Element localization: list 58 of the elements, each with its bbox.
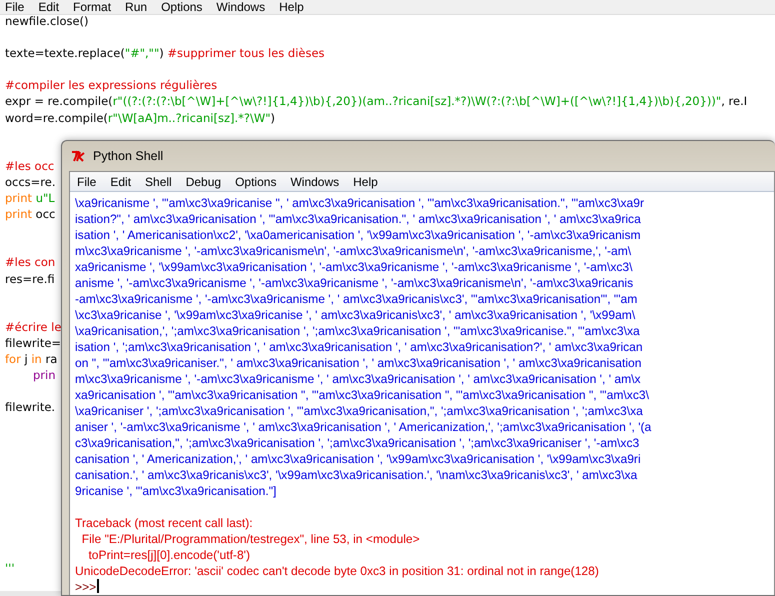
output-line: isation ', ';am\xc3\xa9ricanisation ', ' am\xc3\xa9ricanisation ', ' am\xc3\xa9ricanisation?', ' am\xc3\xa9rican <box>75 340 643 354</box>
code-line: newfile.close() <box>5 14 89 28</box>
menu-item[interactable]: Format <box>73 0 112 14</box>
error-line: toPrint=res[j][0].encode('utf-8') <box>87 548 250 562</box>
menu-item[interactable]: Edit <box>38 0 60 14</box>
menu-item[interactable]: Options <box>235 172 276 190</box>
code-line: #compiler les expressions régulières <box>5 78 218 92</box>
output-line: on ", "'am\xc3\xa9ricaniser.", ' am\xc3\xa9ricanisation ', ' am\xc3\xa9ricanisation ', ' am\xc3\xa9ricanisation <box>75 356 642 370</box>
output-line: \xa9ricanisme ', "'am\xc3\xa9ricanise ", ' am\xc3\xa9ricanisation ', "'am\xc3\xa9ricanisation.", "'am\xc3\xa9r <box>75 196 644 210</box>
code-line: expr = re.compile(r"((?:(?:(?:\b[^\W]+[^\w\?!]{1,4})\b){,20})(am..?ricani[sz].*?)\W(?:(?:\b[^\W]+([^\w\?!]{1,4})\b){,20}))", re.I <box>5 94 748 108</box>
code-line: #écrire le <box>5 320 62 334</box>
code-line: word=re.compile(r"\W[aA]m..?ricani[sz].*?\W") <box>5 110 276 125</box>
shell-prompt: >>> <box>75 580 96 594</box>
output-line: -am\xc3\xa9ricanisme ', '-am\xc3\xa9ricanisme ', ' am\xc3\xa9ricanis\xc3', "'am\xc3\xa9ricanisation'", "'am <box>75 292 638 306</box>
menu-item[interactable]: Edit <box>110 172 132 190</box>
output-line: \xa9ricanisation,', ';am\xc3\xa9ricanisation ', ';am\xc3\xa9ricanisation ', "'am\xc3\xa9ricanise.", "'am\xc3\xa <box>75 324 640 338</box>
output-line: anisme ', '-am\xc3\xa9ricanisme ', '-am\xc3\xa9ricanisme ', '-am\xc3\xa9ricanisme\n', '-am\xc3\xa9ricanis <box>75 276 634 290</box>
output-line: 9ricanise ', "'am\xc3\xa9ricanisation."] <box>75 484 276 498</box>
code-line: print u"L <box>5 191 55 206</box>
menu-item[interactable]: Windows <box>216 0 266 14</box>
error-line: Traceback (most recent call last): <box>75 516 253 530</box>
output-line: m\xc3\xa9ricanisme ', '-am\xc3\xa9ricanisme\n', '-am\xc3\xa9ricanisme\n', '-am\xc3\xa9ricanisme,', '-am\ <box>75 244 632 258</box>
code-line: for j in ra <box>5 352 58 366</box>
menu-item[interactable]: Help <box>353 172 378 190</box>
code-line: filewrite. <box>5 400 56 414</box>
output-line: aniser ', '-am\xc3\xa9ricanisme ', ' am\xc3\xa9ricanisation ', ' Americanization,', ';am\xc3\xa9ricanisation ', '(a <box>75 420 652 434</box>
output-line: xa9ricanisation ', "'am\xc3\xa9ricanisation ", "'am\xc3\xa9ricanisation ", "'am\xc3\xa9ricanisation ", "'am\xc3\ <box>75 388 649 402</box>
window-title: Python Shell <box>93 148 164 165</box>
output-line: xa9ricanisme ', '\x99am\xc3\xa9ricanisation ', '-am\xc3\xa9ricanisme ', '-am\xc3\xa9ricanisme ', '-am\xc3\ <box>75 260 632 274</box>
error-line: File "E:/Plurital/Programmation/testregex", line 53, in <module> <box>80 532 420 546</box>
menu-item[interactable]: File <box>77 172 96 190</box>
code-line: res=re.fi <box>5 272 55 286</box>
menu-item[interactable]: Shell <box>145 172 172 190</box>
output-line: \xc3\xa9ricanise ', '\x99am\xc3\xa9ricanise ', ' am\xc3\xa9ricanis\xc3', ' am\xc3\xa9ricanisation ', '\x99am\ <box>75 308 636 322</box>
code-line: print occ <box>5 207 56 222</box>
code-line: filewrite= <box>5 336 62 350</box>
menu-item[interactable]: Windows <box>290 172 340 190</box>
menu-item[interactable]: File <box>5 0 24 14</box>
error-line: UnicodeDecodeError: 'ascii' codec can't decode byte 0xc3 in position 31: ordinal not in range(128) <box>75 564 599 578</box>
menu-item[interactable]: Help <box>279 0 304 14</box>
output-line: isation?", ' am\xc3\xa9ricanisation ', "'am\xc3\xa9ricanisation.", ' am\xc3\xa9ricanisation ', ' am\xc3\xa9rica <box>75 212 641 226</box>
code-line: #les occ <box>5 158 54 173</box>
code-line: prin <box>33 368 56 382</box>
output-line: isation ', ' Americanisation\xc2', '\xa0americanisation ', '\x99am\xc3\xa9ricanisation ', '-am\xc3\xa9ricanism <box>75 228 641 242</box>
output-line: canisation.', ' am\xc3\xa9ricanis\xc3', '\x99am\xc3\xa9ricanisation.', '\nam\xc3\xa9ricanis\xc3', ' am\xc3\xa <box>75 468 638 482</box>
output-line: m\xc3\xa9ricanisme ', '-am\xc3\xa9ricanisme ', ' am\xc3\xa9ricanisation ', ' am\xc3\xa9ricanisation ', ' am\x <box>75 372 641 386</box>
menu-item[interactable]: Debug <box>186 172 222 190</box>
menu-item[interactable]: Options <box>161 0 202 14</box>
output-line: \xa9ricaniser ', ';am\xc3\xa9ricanisation ', "'am\xc3\xa9ricanisation,", ';am\xc3\xa9ricanisation ', ';am\xc3\xa <box>75 404 643 418</box>
code-line: ''' <box>5 561 14 576</box>
output-line: canisation ', ' Americanization,', ' am\xc3\xa9ricanisation ', '\x99am\xc3\xa9ricanisation ', '\x99am\xc3\xa9ri <box>75 452 641 466</box>
code-line: texte=texte.replace("#","") #supprimer tous les dièses <box>5 46 325 60</box>
code-line: occs=re. <box>5 174 56 189</box>
menu-item[interactable]: Run <box>125 0 148 14</box>
tk-feather-icon <box>71 150 87 162</box>
code-line: #les con <box>5 255 56 270</box>
text-cursor <box>97 579 100 593</box>
output-line: c3\xa9ricanisation,", ';am\xc3\xa9ricanisation ', ';am\xc3\xa9ricanisation ', ';am\xc3\xa9ricaniser ', '-am\xc3 <box>75 436 640 450</box>
